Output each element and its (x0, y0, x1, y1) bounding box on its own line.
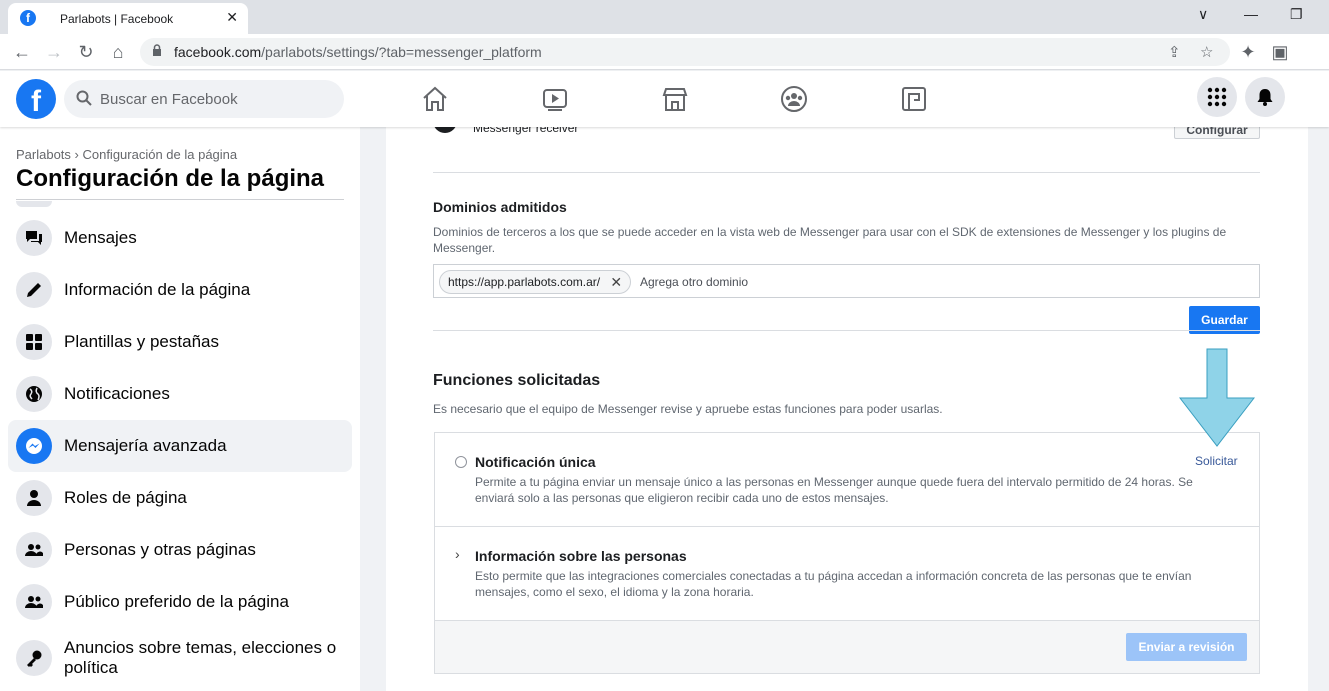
marketplace-nav-icon[interactable] (661, 85, 689, 113)
menu-grid-icon (1207, 87, 1227, 107)
sidebar-item-label: Mensajes (64, 228, 137, 247)
facebook-header: f Buscar en Facebook (0, 71, 1329, 127)
section-divider (433, 172, 1260, 173)
side-panel-icon[interactable]: ▣ (1268, 40, 1292, 64)
remove-domain-icon[interactable]: ✕ (610, 271, 622, 293)
home-nav-icon[interactable] (421, 85, 449, 113)
minimize-icon[interactable]: — (1244, 6, 1258, 22)
domains-description: Dominios de terceros a los que se puede … (433, 225, 1227, 255)
browser-toolbar: ← → ↻ ⌂ facebook.com/parlabots/settings/… (0, 34, 1329, 70)
functions-description: Es necesario que el equipo de Messenger … (433, 402, 943, 416)
sidebar-item-label: Información de la página (64, 280, 251, 299)
sidebar-item-roles[interactable]: Roles de página (8, 472, 352, 524)
messenger-receiver-icon (433, 127, 457, 133)
function-name: Notificación única (475, 454, 596, 470)
pencil-icon (16, 272, 52, 308)
extensions-icon[interactable]: ✦ (1236, 40, 1260, 64)
search-placeholder: Buscar en Facebook (100, 91, 238, 108)
watch-nav-icon[interactable] (541, 85, 569, 113)
browser-tab[interactable]: f Parlabots | Facebook ✕ (8, 3, 248, 34)
breadcrumb: Parlabots › Configuración de la página (16, 147, 238, 162)
person-icon (16, 480, 52, 516)
tab-title: Parlabots | Facebook (60, 12, 174, 26)
menu-button[interactable] (1197, 77, 1237, 117)
sidebar-item-label: Personas y otras páginas (64, 540, 256, 559)
domain-input-placeholder[interactable]: Agrega otro dominio (640, 275, 748, 289)
sidebar-item-label: Anuncios sobre temas, elecciones o polít… (64, 638, 337, 677)
sidebar-divider (16, 199, 344, 200)
function-description: Permite a tu página enviar un mensaje ún… (475, 475, 1193, 505)
back-icon[interactable]: ← (10, 40, 34, 64)
functions-list: Notificación única Solicitar Permite a t… (434, 432, 1260, 674)
sidebar-item-mensajeria-avanzada[interactable]: Mensajería avanzada (8, 420, 352, 472)
url-text: facebook.com/parlabots/settings/?tab=mes… (174, 44, 542, 60)
sidebar-item-anuncios[interactable]: Anuncios sobre temas, elecciones o polít… (8, 632, 352, 684)
url-path: /parlabots/settings/?tab=messenger_platf… (261, 44, 542, 60)
section-divider (433, 330, 1260, 331)
chat-bubbles-icon (16, 220, 52, 256)
sidebar-item-publico[interactable]: Público preferido de la página (8, 576, 352, 628)
functions-footer: Enviar a revisión (435, 620, 1259, 673)
notifications-button[interactable] (1245, 77, 1285, 117)
sidebar-item-label: Mensajería avanzada (64, 436, 227, 455)
domain-chip-label: https://app.parlabots.com.ar/ (448, 275, 601, 289)
messenger-receiver-label: Messenger receiver (473, 127, 579, 135)
row-divider (435, 526, 1259, 527)
sidebar-item-plantillas[interactable]: Plantillas y pestañas (8, 316, 352, 368)
scrolled-item-icon (16, 201, 52, 207)
function-description: Esto permite que las integraciones comer… (475, 569, 1192, 599)
bell-icon (1257, 89, 1273, 106)
address-bar[interactable]: facebook.com/parlabots/settings/?tab=mes… (140, 38, 1230, 66)
domains-input[interactable]: https://app.parlabots.com.ar/ ✕ Agrega ot… (433, 264, 1260, 298)
messenger-platform-settings: Messenger receiver Configurar Dominios a… (386, 127, 1308, 691)
radio-icon[interactable] (455, 456, 467, 468)
sidebar-item-label: Notificaciones (64, 384, 170, 403)
grid-icon (16, 324, 52, 360)
chevron-right-icon[interactable]: › (455, 546, 460, 562)
forward-icon[interactable]: → (42, 40, 66, 64)
configure-button[interactable]: Configurar (1174, 127, 1260, 139)
tab-search-icon[interactable]: ∨ (1198, 6, 1208, 23)
function-name[interactable]: Información sobre las personas (475, 548, 687, 564)
share-icon[interactable]: ⇪ (1168, 43, 1181, 61)
domain-chip: https://app.parlabots.com.ar/ ✕ (439, 270, 632, 294)
reload-icon[interactable]: ↻ (74, 40, 98, 64)
gaming-nav-icon[interactable] (900, 85, 928, 113)
sidebar-item-personas[interactable]: Personas y otras páginas (8, 524, 352, 576)
sidebar-item-mensajes[interactable]: Mensajes (8, 212, 352, 264)
sidebar-item-informacion[interactable]: Información de la página (8, 264, 352, 316)
sidebar-item-label: Plantillas y pestañas (64, 332, 219, 351)
annotation-arrow-icon (1178, 348, 1256, 447)
page-title: Configuración de la página (16, 165, 325, 192)
sidebar-item-notificaciones[interactable]: Notificaciones (8, 368, 352, 420)
sidebar-item-label: Público preferido de la página (64, 592, 289, 611)
home-icon[interactable]: ⌂ (106, 40, 130, 64)
lock-icon (153, 44, 161, 56)
domains-title: Dominios admitidos (433, 199, 567, 215)
key-icon (16, 640, 52, 676)
url-host: facebook.com (174, 44, 262, 60)
globe-icon (16, 376, 52, 412)
tab-close-icon[interactable]: ✕ (226, 9, 238, 26)
search-icon (76, 90, 92, 106)
facebook-logo-icon[interactable]: f (16, 79, 56, 119)
submit-review-button[interactable]: Enviar a revisión (1126, 633, 1247, 661)
restore-icon[interactable]: ❐ (1290, 6, 1303, 23)
facebook-favicon-icon: f (20, 10, 36, 26)
settings-sidebar: Parlabots › Configuración de la página C… (0, 127, 360, 691)
functions-title: Funciones solicitadas (433, 372, 601, 389)
bookmark-star-icon[interactable]: ☆ (1200, 43, 1213, 61)
search-input[interactable]: Buscar en Facebook (64, 80, 344, 118)
people-icon (16, 584, 52, 620)
people-icon (16, 532, 52, 568)
sidebar-item-label: Roles de página (64, 488, 187, 507)
groups-nav-icon[interactable] (780, 85, 808, 113)
messenger-icon (16, 428, 52, 464)
request-link[interactable]: Solicitar (1195, 454, 1238, 468)
browser-tab-strip: f Parlabots | Facebook ✕ ∨ — ❐ (0, 0, 1329, 34)
